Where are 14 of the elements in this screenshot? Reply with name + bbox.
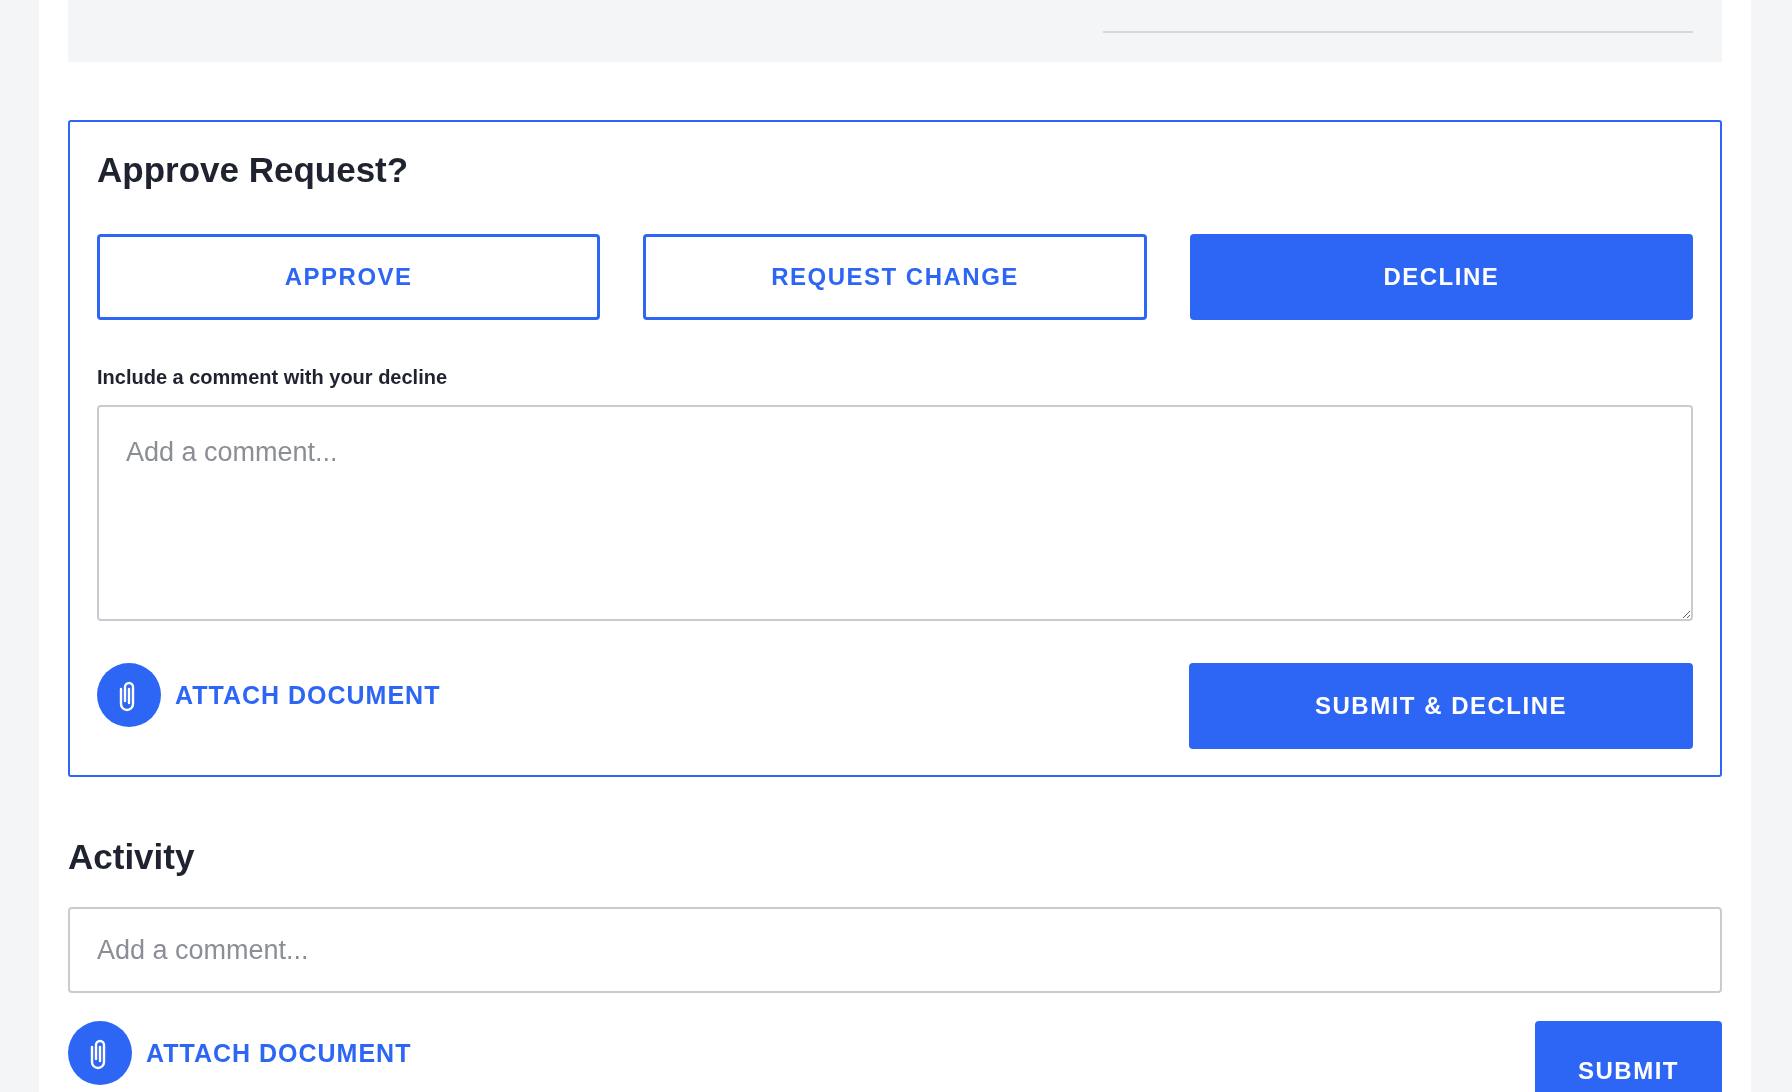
activity-title: Activity — [68, 837, 196, 877]
attach-document-link[interactable]: ATTACH DOCUMENT — [146, 1038, 412, 1068]
approval-title: Approve Request? — [97, 150, 410, 190]
submit-decline-button[interactable]: SUBMIT & DECLINE — [1189, 663, 1693, 749]
comment-field[interactable]: Add a comment... — [97, 405, 1693, 621]
decision-option-button[interactable]: DECLINE — [1189, 234, 1693, 320]
paperclip-icon[interactable] — [68, 1021, 132, 1085]
comment-label: Include a comment with your decline — [97, 366, 449, 389]
submit-button[interactable]: SUBMIT — [1535, 1021, 1722, 1092]
activity-comment-field[interactable]: Add a comment... — [68, 907, 1722, 993]
attach-document-link[interactable]: ATTACH DOCUMENT — [175, 680, 441, 710]
decision-option-button[interactable]: REQUEST CHANGE — [643, 234, 1147, 320]
paperclip-icon[interactable] — [97, 663, 161, 727]
decision-option-button[interactable]: APPROVE — [97, 234, 601, 320]
